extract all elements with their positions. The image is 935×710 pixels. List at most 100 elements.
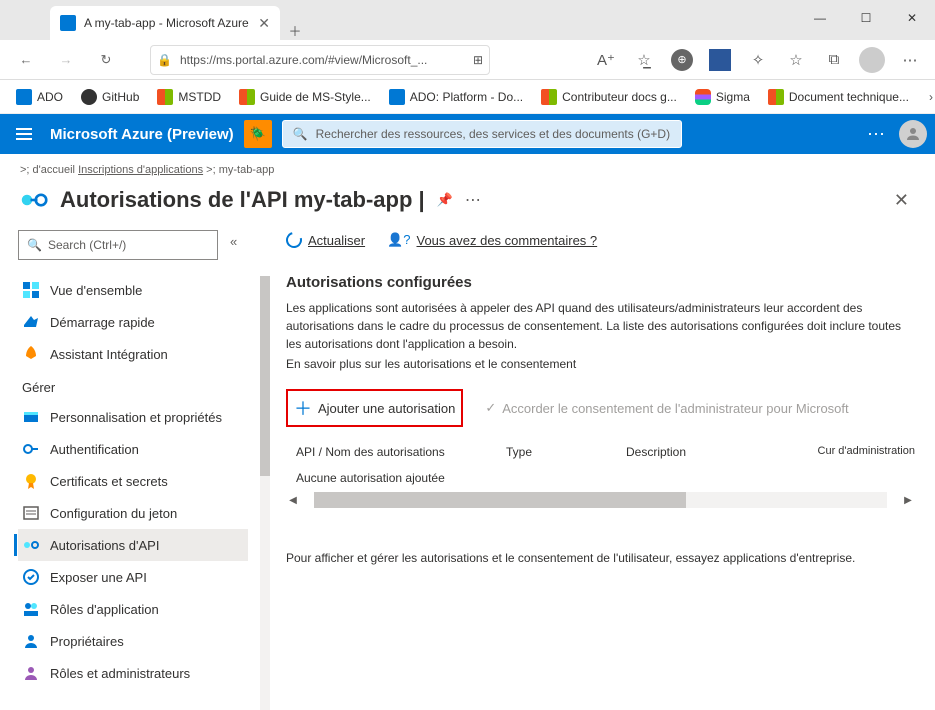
admin-icon [22,664,40,682]
favorites-icon[interactable]: ☆̲ [629,45,659,75]
ext-square-icon[interactable] [705,45,735,75]
read-aloud-icon[interactable]: ⊞ [473,53,483,67]
learn-more-link[interactable]: En savoir plus sur les autorisations et … [286,357,915,371]
breadcrumb-link[interactable]: Inscriptions d'applications [78,164,203,176]
bookmark-ado-platform[interactable]: ADO: Platform - Do... [383,86,529,108]
tab-title: A my-tab-app - Microsoft Azure [84,16,250,30]
col-type: Type [506,445,586,459]
azure-brand[interactable]: Microsoft Azure (Preview) [50,126,234,143]
favorite-star-icon[interactable]: ☆ [781,45,811,75]
col-api-name: API / Nom des autorisations [296,445,466,459]
quickstart-icon [22,313,40,331]
maximize-button[interactable]: ☐ [843,0,889,36]
bookmarks-bar: ADO GitHub MSTDD Guide de MS-Style... AD… [0,80,935,114]
sidebar-item-branding[interactable]: Personnalisation et propriétés [18,401,248,433]
check-icon: ✓ [485,400,496,416]
horizontal-scrollbar[interactable]: ◀ ▶ [286,491,915,509]
browser-tab[interactable]: A my-tab-app - Microsoft Azure ✕ [50,6,280,40]
token-icon [22,504,40,522]
hamburger-menu-icon[interactable] [8,118,40,150]
blade-more-icon[interactable]: ⋯ [465,190,481,210]
add-permission-button[interactable]: ＋ Ajouter une autorisation [286,389,463,427]
blade-body: 🔍 Search (Ctrl+/) « Vue d'ensemble Démar… [0,230,935,710]
sidebar-item-label: Authentification [50,442,139,457]
sidebar-item-label: Personnalisation et propriétés [50,410,222,425]
permissions-table-header: API / Nom des autorisations Type Descrip… [286,439,915,469]
scroll-left-icon[interactable]: ◀ [286,495,300,506]
collections-icon[interactable]: ⧉ [819,45,849,75]
sidebar-item-label: Propriétaires [50,634,124,649]
col-description: Description [626,445,778,459]
feedback-button[interactable]: 👤? Vous avez des commentaires ? [387,232,597,248]
bookmark-github[interactable]: GitHub [75,86,145,108]
sidebar-item-admins[interactable]: Rôles et administrateurs [18,657,248,689]
enterprise-apps-note: Pour afficher et gérer les autorisations… [286,551,915,565]
section-description: Les applications sont autorisées à appel… [286,299,915,353]
blade-header: Autorisations de l'API my-tab-app | 📌 ⋯ … [0,180,935,230]
ext-circle-icon[interactable]: ⊕ [667,45,697,75]
bookmark-sigma[interactable]: Sigma [689,86,756,108]
account-avatar[interactable] [899,120,927,148]
permissions-empty-message: Aucune autorisation ajoutée [286,469,915,491]
sidebar-item-label: Rôles d'application [50,602,159,617]
sidebar-collapse-icon[interactable]: « [230,234,237,249]
grant-admin-consent-button[interactable]: ✓ Accorder le consentement de l'administ… [485,400,848,416]
sidebar-item-label: Certificats et secrets [50,474,168,489]
bug-icon[interactable]: 🪲 [244,120,272,148]
sidebar-item-label: Vue d'ensemble [50,283,142,298]
back-button[interactable]: ← [10,44,42,76]
blade-content: Actualiser 👤? Vous avez des commentaires… [270,230,935,710]
breadcrumb: >; d'accueil Inscriptions d'applications… [0,154,935,180]
new-tab-button[interactable]: ＋ [280,21,310,40]
sidebar-item-app-roles[interactable]: Rôles d'application [18,593,248,625]
azure-search-box[interactable]: 🔍 Rechercher des ressources, des service… [282,120,682,148]
sidebar-section-manage: Gérer [18,370,270,401]
breadcrumb-home[interactable]: >; d'accueil [20,164,75,176]
certificate-icon [22,472,40,490]
sidebar-item-quickstart[interactable]: Démarrage rapide [18,306,248,338]
close-window-button[interactable]: ✕ [889,0,935,36]
sidebar-item-auth[interactable]: Authentification [18,433,248,465]
sidebar-item-overview[interactable]: Vue d'ensemble [18,274,248,306]
branding-icon [22,408,40,426]
sidebar-item-label: Rôles et administrateurs [50,666,190,681]
bookmark-ado[interactable]: ADO [10,86,69,108]
api-perm-icon [22,536,40,554]
reader-icon[interactable]: A⁺ [591,45,621,75]
sidebar-scrollbar[interactable] [260,276,270,710]
sidebar-item-api-permissions[interactable]: Autorisations d'API [18,529,248,561]
overview-icon [22,281,40,299]
address-bar[interactable]: 🔒 https://ms.portal.azure.com/#view/Micr… [150,45,490,75]
bookmark-mstdd[interactable]: MSTDD [151,86,227,108]
refresh-button[interactable]: ↻ [90,44,122,76]
window-controls: — ☐ ✕ [797,0,935,36]
refresh-button[interactable]: Actualiser [286,232,365,248]
bookmarks-overflow-icon[interactable]: › [921,90,935,104]
azure-favicon [60,15,76,31]
scroll-right-icon[interactable]: ▶ [901,495,915,506]
bookmark-style-guide[interactable]: Guide de MS-Style... [233,86,377,108]
sidebar-item-token[interactable]: Configuration du jeton [18,497,248,529]
expose-icon [22,568,40,586]
sidebar-item-owners[interactable]: Propriétaires [18,625,248,657]
profile-avatar[interactable] [857,45,887,75]
forward-button: → [50,44,82,76]
sidebar-search-input[interactable]: 🔍 Search (Ctrl+/) [18,230,218,260]
tab-close-icon[interactable]: ✕ [258,15,270,32]
pin-icon[interactable]: 📌 [437,192,453,208]
blade-close-icon[interactable]: ✕ [894,190,915,211]
sidebar-item-label: Exposer une API [50,570,147,585]
lock-icon: 🔒 [157,53,172,67]
sidebar-item-expose-api[interactable]: Exposer une API [18,561,248,593]
bookmark-doc-tech[interactable]: Document technique... [762,86,915,108]
bookmark-contributor[interactable]: Contributeur docs g... [535,86,683,108]
extensions-icon[interactable]: ✧ [743,45,773,75]
sidebar-item-label: Configuration du jeton [50,506,177,521]
search-icon: 🔍 [27,238,42,252]
minimize-button[interactable]: — [797,0,843,36]
header-more-icon[interactable]: ⋯ [867,124,887,145]
more-menu-icon[interactable]: ⋯ [895,45,925,75]
sidebar-item-integration[interactable]: Assistant Intégration [18,338,248,370]
sidebar-item-certs[interactable]: Certificats et secrets [18,465,248,497]
blade-title: Autorisations de l'API my-tab-app | [60,187,425,213]
